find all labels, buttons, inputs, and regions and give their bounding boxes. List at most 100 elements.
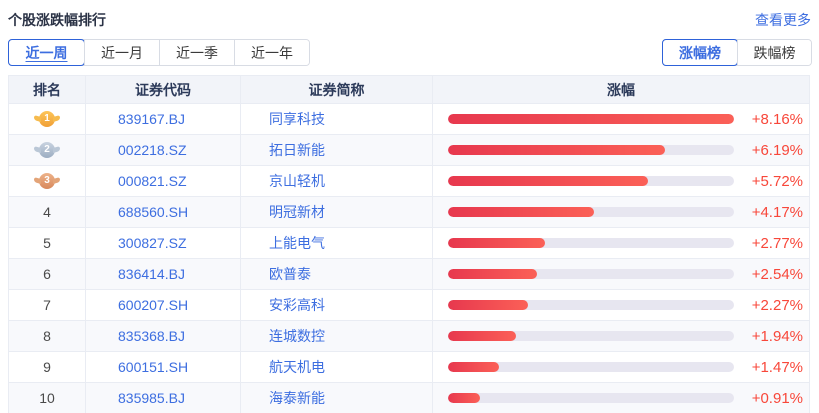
rank-cell: 7 — [9, 290, 86, 320]
stock-name[interactable]: 海泰新能 — [241, 383, 433, 413]
table-row[interactable]: 2 002218.SZ 拓日新能 +6.19% — [8, 135, 810, 166]
table-body: 1 839167.BJ 同享科技 +8.16% 2 002218.SZ 拓日新能 +6.19%… — [8, 104, 810, 413]
stock-name[interactable]: 欧普泰 — [241, 259, 433, 289]
stock-code[interactable]: 000821.SZ — [86, 166, 241, 196]
change-bar-fill — [448, 145, 666, 155]
period-tab-1[interactable]: 近一周 — [8, 39, 85, 66]
board-tab-label: 涨幅榜 — [679, 44, 721, 61]
period-tab-label: 近一年 — [251, 44, 293, 61]
rank-cell: 5 — [9, 228, 86, 258]
change-cell: +8.16% — [433, 104, 809, 134]
stock-name[interactable]: 同享科技 — [241, 104, 433, 134]
change-bar — [448, 300, 734, 310]
change-percent: +8.16% — [751, 110, 803, 128]
change-bar-fill — [448, 393, 481, 403]
board-tab-1[interactable]: 涨幅榜 — [662, 39, 738, 66]
change-bar-fill — [448, 114, 734, 124]
table-row[interactable]: 10 835985.BJ 海泰新能 +0.91% — [8, 383, 810, 413]
stock-code[interactable]: 835985.BJ — [86, 383, 241, 413]
stock-name[interactable]: 连城数控 — [241, 321, 433, 351]
change-bar-fill — [448, 300, 528, 310]
view-more-link[interactable]: 查看更多 — [755, 10, 811, 30]
stock-name[interactable]: 拓日新能 — [241, 135, 433, 165]
stock-name[interactable]: 安彩高科 — [241, 290, 433, 320]
change-percent: +5.72% — [751, 172, 803, 190]
change-cell: +0.91% — [433, 383, 809, 413]
stock-code[interactable]: 836414.BJ — [86, 259, 241, 289]
stock-name[interactable]: 上能电气 — [241, 228, 433, 258]
period-tab-4[interactable]: 近一年 — [234, 40, 309, 65]
rank-cell: 4 — [9, 197, 86, 227]
stock-name[interactable]: 京山轻机 — [241, 166, 433, 196]
table-row[interactable]: 9 600151.SH 航天机电 +1.47% — [8, 352, 810, 383]
rank-cell: 2 — [9, 135, 86, 165]
rank-cell: 6 — [9, 259, 86, 289]
stock-code[interactable]: 600207.SH — [86, 290, 241, 320]
period-tab-3[interactable]: 近一季 — [159, 40, 234, 65]
medal-silver-icon: 2 — [39, 142, 55, 158]
table-row[interactable]: 7 600207.SH 安彩高科 +2.27% — [8, 290, 810, 321]
stock-code[interactable]: 002218.SZ — [86, 135, 241, 165]
change-percent: +6.19% — [751, 141, 803, 159]
widget-header: 个股涨跌幅排行 查看更多 — [0, 0, 819, 30]
stock-code[interactable]: 300827.SZ — [86, 228, 241, 258]
rank-cell: 9 — [9, 352, 86, 382]
stock-code[interactable]: 600151.SH — [86, 352, 241, 382]
stock-name[interactable]: 航天机电 — [241, 352, 433, 382]
table-header-row: 排名 证券代码 证券简称 涨幅 — [8, 76, 810, 104]
change-bar — [448, 393, 734, 403]
board-tab-label: 跌幅榜 — [753, 44, 796, 61]
stock-code[interactable]: 688560.SH — [86, 197, 241, 227]
change-bar-fill — [448, 238, 545, 248]
change-bar — [448, 362, 734, 372]
table-row[interactable]: 4 688560.SH 明冠新材 +4.17% — [8, 197, 810, 228]
change-bar — [448, 238, 734, 248]
change-bar-fill — [448, 207, 595, 217]
column-header-rank: 排名 — [9, 76, 86, 103]
change-cell: +4.17% — [433, 197, 809, 227]
table-row[interactable]: 8 835368.BJ 连城数控 +1.94% — [8, 321, 810, 352]
period-tab-label: 近一周 — [25, 44, 68, 61]
column-header-change: 涨幅 — [607, 81, 635, 98]
stock-code[interactable]: 835368.BJ — [86, 321, 241, 351]
change-bar-fill — [448, 331, 517, 341]
change-cell: +2.27% — [433, 290, 809, 320]
change-bar — [448, 145, 734, 155]
change-percent: +4.17% — [751, 203, 803, 221]
medal-bronze-icon: 3 — [39, 173, 55, 189]
page-title: 个股涨跌幅排行 — [8, 12, 106, 28]
table-row[interactable]: 6 836414.BJ 欧普泰 +2.54% — [8, 259, 810, 290]
period-tab-label: 近一月 — [101, 44, 143, 61]
change-bar — [448, 114, 734, 124]
change-bar — [448, 331, 734, 341]
column-header-code: 证券代码 — [86, 76, 241, 103]
change-bar-fill — [448, 269, 537, 279]
table-row[interactable]: 1 839167.BJ 同享科技 +8.16% — [8, 104, 810, 135]
change-bar — [448, 269, 734, 279]
table-row[interactable]: 3 000821.SZ 京山轻机 +5.72% — [8, 166, 810, 197]
table-row[interactable]: 5 300827.SZ 上能电气 +2.77% — [8, 228, 810, 259]
rank-cell: 1 — [9, 104, 86, 134]
rank-cell: 8 — [9, 321, 86, 351]
change-percent: +2.77% — [751, 234, 803, 252]
change-cell: +1.47% — [433, 352, 809, 382]
tabs-row: 近一周 近一月 近一季 近一年 涨幅榜 跌幅榜 — [8, 39, 812, 66]
rank-cell: 3 — [9, 166, 86, 196]
medal-gold-icon: 1 — [39, 111, 55, 127]
board-tab-2[interactable]: 跌幅榜 — [737, 40, 811, 65]
change-cell: +6.19% — [433, 135, 809, 165]
stock-ranking-widget: 个股涨跌幅排行 查看更多 近一周 近一月 近一季 近一年 涨幅榜 跌幅榜 排名 证券代码… — [0, 0, 819, 413]
column-header-name: 证券简称 — [241, 76, 433, 103]
change-percent: +1.47% — [751, 358, 803, 376]
period-tab-2[interactable]: 近一月 — [84, 40, 159, 65]
change-cell: +1.94% — [433, 321, 809, 351]
change-cell: +2.54% — [433, 259, 809, 289]
stock-code[interactable]: 839167.BJ — [86, 104, 241, 134]
change-percent: +2.54% — [751, 265, 803, 283]
stock-name[interactable]: 明冠新材 — [241, 197, 433, 227]
ranking-table: 排名 证券代码 证券简称 涨幅 1 839167.BJ 同享科技 +8.16% 2 002… — [8, 75, 810, 413]
change-bar-fill — [448, 362, 500, 372]
period-tab-label: 近一季 — [176, 44, 218, 61]
change-percent: +1.94% — [751, 327, 803, 345]
change-bar — [448, 207, 734, 217]
